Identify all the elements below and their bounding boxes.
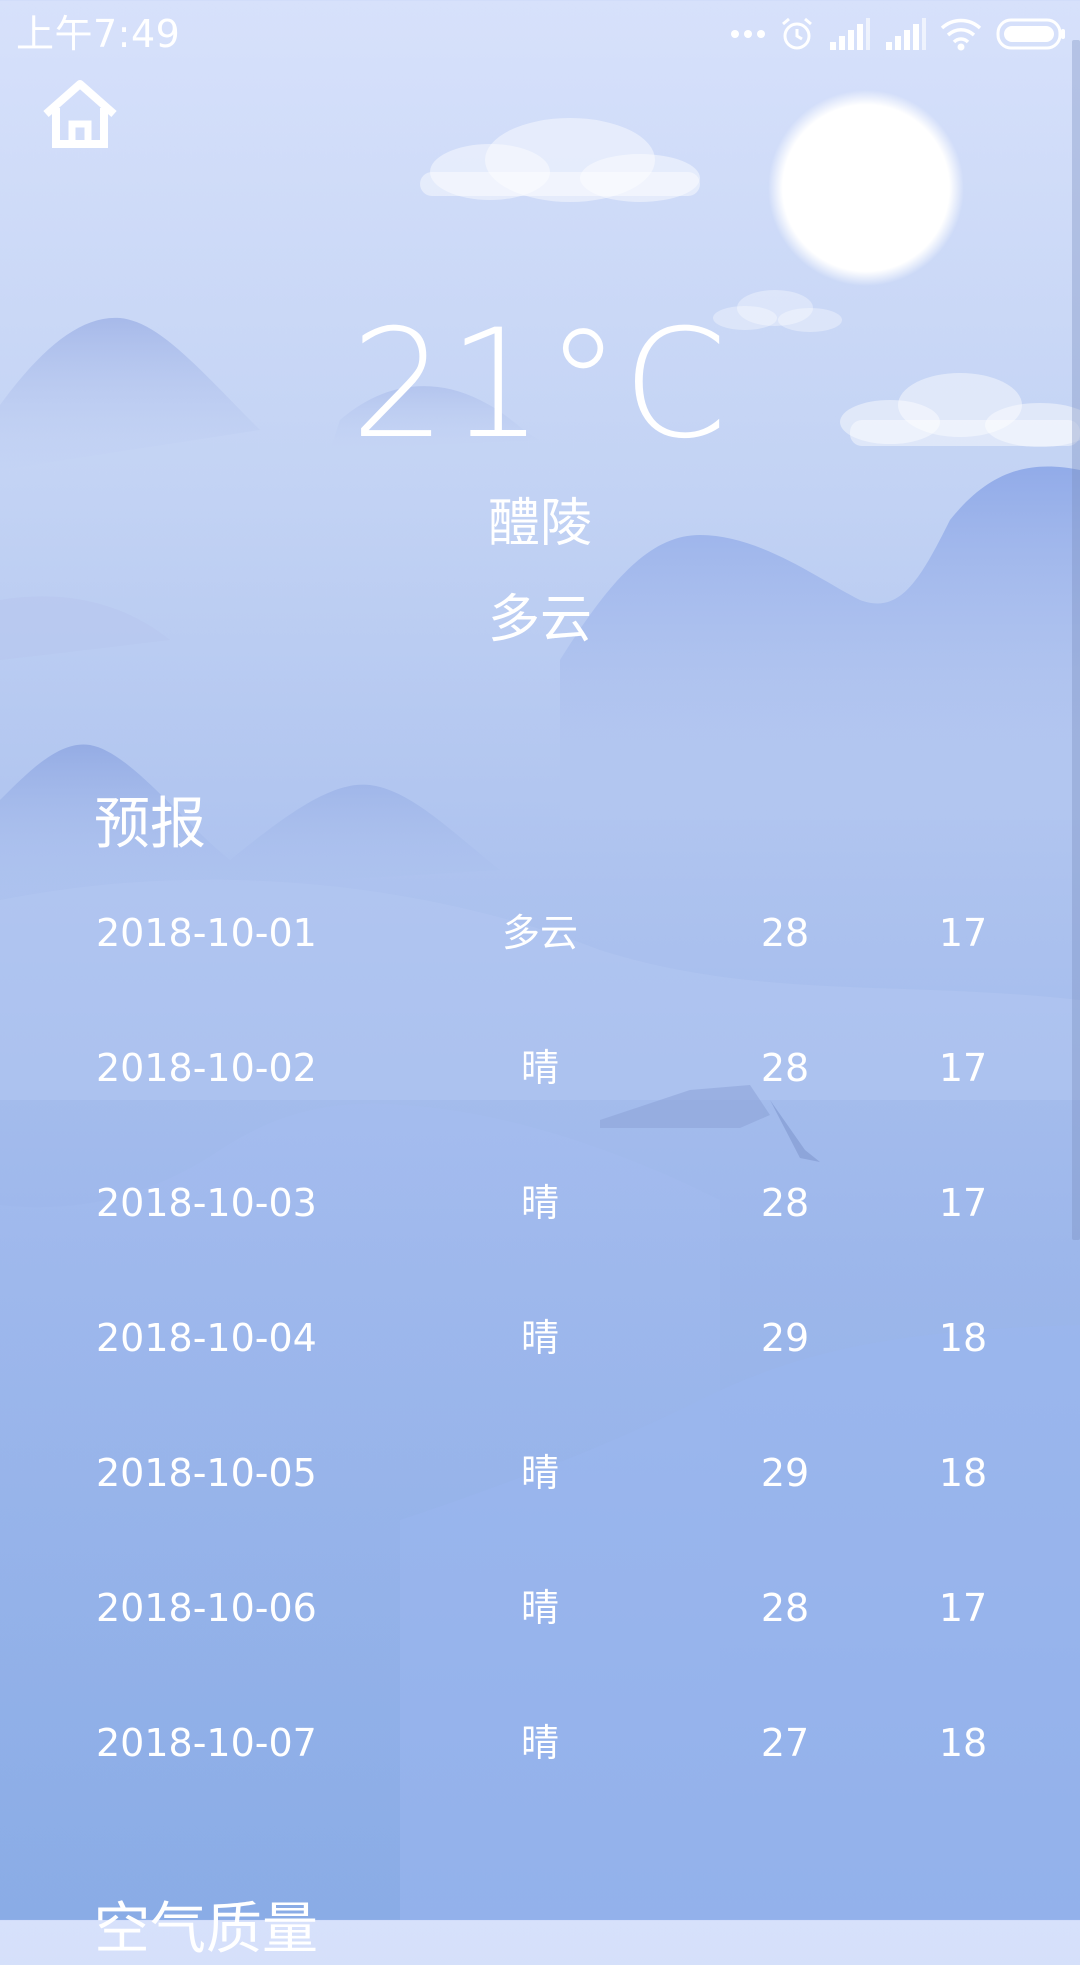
forecast-condition: 多云: [501, 911, 578, 955]
status-icons: [730, 14, 1066, 54]
forecast-date: 2018-10-04: [96, 1316, 317, 1360]
forecast-row: 2018-10-01 多云 28 17: [0, 880, 1080, 1015]
current-temperature: 21°C: [350, 298, 730, 472]
forecast-low: 18: [938, 1316, 988, 1360]
forecast-date: 2018-10-07: [96, 1721, 317, 1765]
forecast-date: 2018-10-01: [96, 911, 317, 955]
forecast-list: 2018-10-01 多云 28 17 2018-10-02 晴 28 17 2…: [0, 880, 1080, 1825]
forecast-low: 18: [938, 1721, 988, 1765]
current-condition: 多云: [487, 590, 592, 650]
signal-icon: [830, 18, 870, 50]
signal-icon: [886, 18, 926, 50]
status-bar: 上午7:49: [0, 0, 1080, 68]
alarm-icon: [782, 17, 812, 50]
forecast-low: 17: [938, 1181, 988, 1225]
home-icon: [43, 80, 117, 148]
current-weather: 21°C 醴陵 多云: [0, 300, 1080, 652]
forecast-low: 17: [938, 1046, 988, 1090]
forecast-row: 2018-10-04 晴 29 18: [0, 1285, 1080, 1420]
forecast-high: 28: [760, 1181, 810, 1225]
forecast-date: 2018-10-03: [96, 1181, 317, 1225]
forecast-row: 2018-10-05 晴 29 18: [0, 1420, 1080, 1555]
forecast-high: 29: [760, 1451, 810, 1495]
forecast-row: 2018-10-07 晴 27 18: [0, 1690, 1080, 1825]
forecast-high: 28: [760, 911, 810, 955]
battery-icon: [996, 18, 1065, 50]
wifi-icon: [940, 18, 982, 51]
forecast-condition: 晴: [520, 1046, 559, 1090]
mountain-shape: [0, 744, 500, 900]
forecast-high: 28: [760, 1046, 810, 1090]
forecast-date: 2018-10-06: [96, 1586, 317, 1630]
air-quality-title: 空气质量: [94, 1897, 318, 1962]
forecast-condition: 晴: [520, 1721, 559, 1765]
city-name: 醴陵: [487, 494, 592, 554]
forecast-high: 29: [760, 1316, 810, 1360]
forecast-condition: 晴: [520, 1181, 559, 1225]
more-dots-icon: [731, 30, 765, 38]
forecast-title: 预报: [94, 792, 206, 857]
sun-icon: [768, 90, 964, 286]
forecast-date: 2018-10-05: [96, 1451, 317, 1495]
forecast-row: 2018-10-06 晴 28 17: [0, 1555, 1080, 1690]
status-time: 上午7:49: [16, 12, 181, 56]
forecast-row: 2018-10-03 晴 28 17: [0, 1150, 1080, 1285]
forecast-high: 27: [760, 1721, 810, 1765]
forecast-row: 2018-10-02 晴 28 17: [0, 1015, 1080, 1150]
forecast-condition: 晴: [520, 1451, 559, 1495]
forecast-condition: 晴: [520, 1316, 559, 1360]
forecast-low: 18: [938, 1451, 988, 1495]
forecast-high: 28: [760, 1586, 810, 1630]
forecast-low: 17: [938, 911, 988, 955]
home-button[interactable]: [40, 78, 120, 150]
forecast-low: 17: [938, 1586, 988, 1630]
forecast-date: 2018-10-02: [96, 1046, 317, 1090]
forecast-condition: 晴: [520, 1586, 559, 1630]
cloud-icon: [420, 118, 700, 202]
